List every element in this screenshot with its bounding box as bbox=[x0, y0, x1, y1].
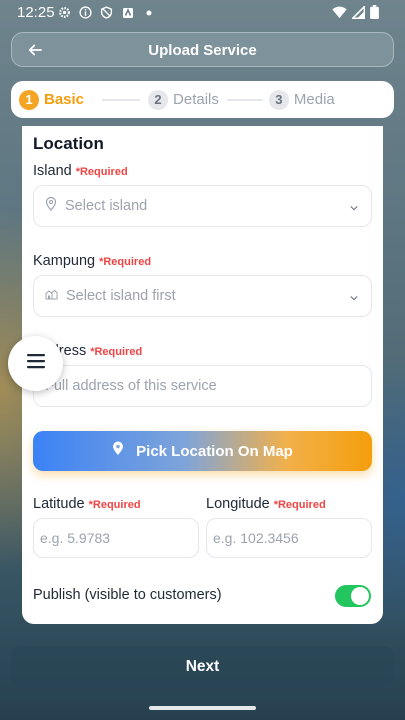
step-details[interactable]: 2 Details bbox=[148, 89, 219, 110]
required-tag: *Required bbox=[88, 499, 141, 511]
kampung-label: Kampung *Required bbox=[33, 253, 151, 269]
news-icon bbox=[120, 5, 135, 20]
address-input[interactable]: Full address of this service bbox=[33, 365, 372, 407]
required-tag: *Required bbox=[90, 346, 143, 358]
latitude-placeholder: e.g. 5.9783 bbox=[40, 530, 111, 546]
battery-icon bbox=[370, 5, 379, 24]
menu-fab[interactable] bbox=[8, 336, 63, 391]
island-label-text: Island bbox=[33, 163, 72, 179]
kampung-label-text: Kampung bbox=[33, 253, 96, 269]
required-tag: *Required bbox=[75, 166, 128, 178]
kampung-select[interactable]: Select island first bbox=[33, 275, 372, 317]
longitude-input[interactable]: e.g. 102.3456 bbox=[206, 518, 372, 558]
section-title: Location bbox=[33, 134, 104, 153]
status-right-icons bbox=[332, 4, 379, 24]
home-indicator bbox=[149, 706, 256, 710]
required-tag: *Required bbox=[99, 256, 152, 268]
longitude-label: Longitude *Required bbox=[206, 496, 326, 512]
map-pin-icon bbox=[45, 196, 57, 216]
step-label: Basic bbox=[44, 91, 85, 108]
info-icon bbox=[78, 5, 93, 20]
latitude-label-text: Latitude bbox=[33, 496, 85, 512]
publish-toggle[interactable] bbox=[335, 585, 371, 607]
address-placeholder: Full address of this service bbox=[45, 378, 217, 394]
latitude-label: Latitude *Required bbox=[33, 496, 141, 512]
island-placeholder: Select island bbox=[65, 198, 148, 214]
publish-label: Publish (visible to customers) bbox=[33, 587, 222, 603]
kampung-placeholder: Select island first bbox=[66, 288, 176, 304]
island-label: Island *Required bbox=[33, 163, 128, 179]
location-form-card: Location Island *Required Select island K… bbox=[22, 126, 383, 624]
toggle-knob bbox=[351, 587, 369, 605]
dot-icon bbox=[141, 5, 156, 20]
shield-icon bbox=[99, 5, 114, 20]
latitude-input[interactable]: e.g. 5.9783 bbox=[33, 518, 199, 558]
island-select[interactable]: Select island bbox=[33, 185, 372, 227]
step-connector bbox=[226, 98, 263, 101]
gear-icon bbox=[57, 5, 72, 20]
status-icons bbox=[57, 5, 156, 20]
step-basic[interactable]: 1 Basic bbox=[19, 89, 85, 110]
required-tag: *Required bbox=[273, 499, 326, 511]
step-label: Details bbox=[173, 91, 219, 108]
step-connector bbox=[102, 98, 141, 101]
step-number: 3 bbox=[268, 89, 289, 110]
longitude-label-text: Longitude bbox=[206, 496, 270, 512]
status-time: 12:25 bbox=[17, 4, 55, 21]
step-media[interactable]: 3 Media bbox=[268, 89, 335, 110]
pick-location-label: Pick Location On Map bbox=[136, 442, 293, 460]
hamburger-menu-icon bbox=[26, 353, 46, 374]
next-button[interactable]: Next bbox=[11, 646, 394, 687]
chevron-down-icon bbox=[349, 200, 359, 218]
signal-icon bbox=[350, 4, 366, 24]
wifi-icon bbox=[332, 6, 347, 24]
chevron-down-icon bbox=[349, 290, 359, 308]
next-button-label: Next bbox=[185, 657, 220, 675]
longitude-placeholder: e.g. 102.3456 bbox=[213, 530, 299, 546]
village-icon bbox=[45, 287, 58, 305]
map-pin-icon bbox=[112, 441, 124, 461]
app-bar: Upload Service bbox=[11, 32, 394, 67]
page-title: Upload Service bbox=[148, 42, 257, 59]
step-label: Media bbox=[293, 91, 335, 108]
stepper: 1 Basic 2 Details 3 Media bbox=[11, 81, 394, 118]
step-number: 2 bbox=[148, 89, 169, 110]
status-bar: 12:25 bbox=[0, 0, 405, 26]
step-number: 1 bbox=[19, 89, 39, 110]
pick-location-button[interactable]: Pick Location On Map bbox=[33, 431, 372, 471]
